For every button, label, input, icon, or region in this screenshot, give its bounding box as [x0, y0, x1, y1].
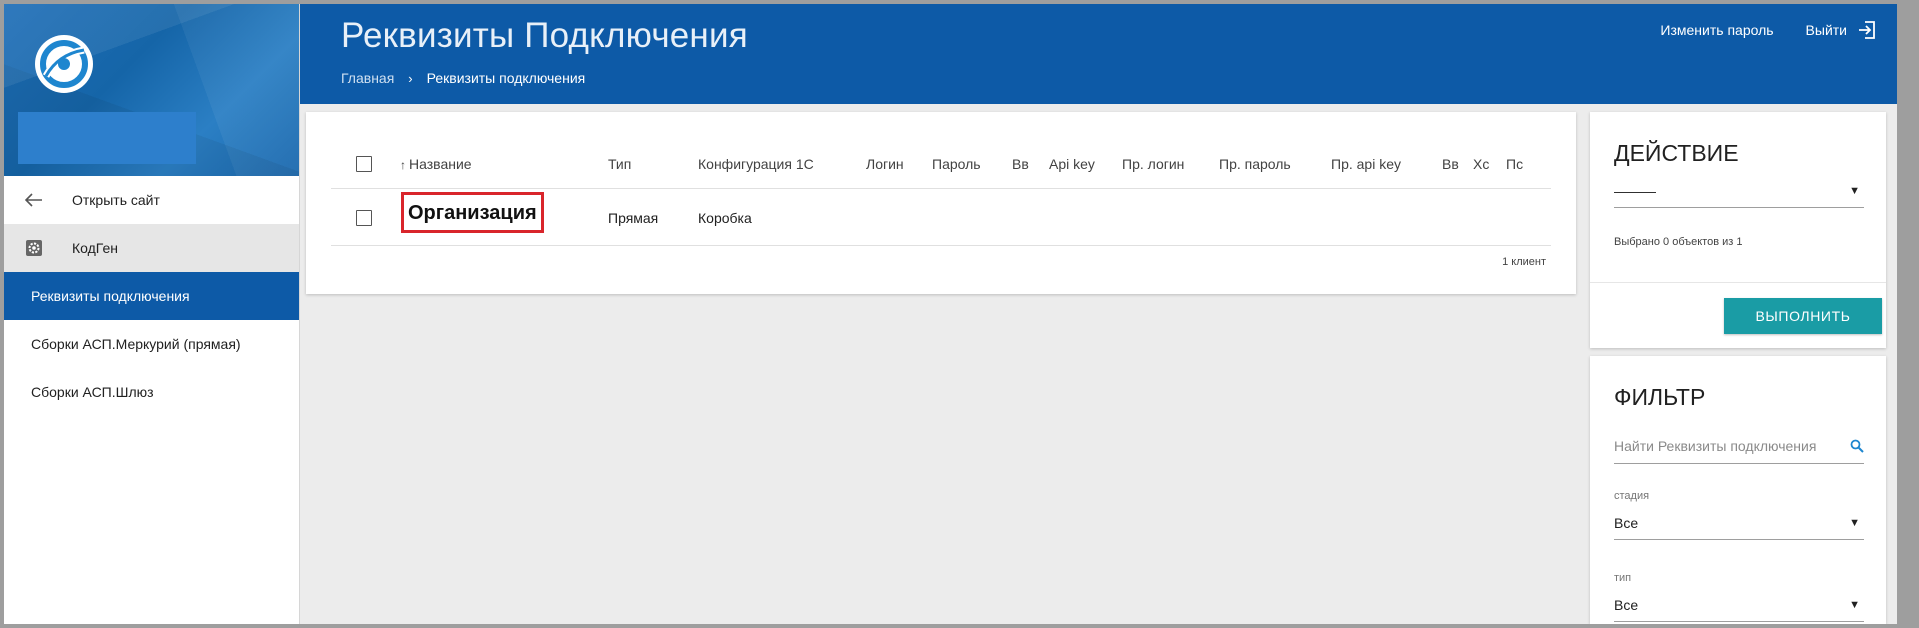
divider [1590, 282, 1886, 283]
column-header-vv-2[interactable]: Вв [1442, 156, 1459, 172]
window-right-edge [1897, 0, 1919, 628]
logout-link[interactable]: Выйти [1806, 20, 1877, 40]
dropdown-caret-icon: ▼ [1849, 516, 1860, 529]
action-panel: ДЕЙСТВИЕ ——— ▼ Выбрано 0 объектов из 1 В… [1590, 112, 1886, 348]
row-config: Коробка [698, 209, 752, 226]
filter-search-input[interactable] [1614, 437, 1834, 454]
sidebar-item-connection-details[interactable]: Реквизиты подключения [4, 272, 299, 320]
select-all-checkbox[interactable] [356, 155, 372, 172]
stage-filter-value: Все [1614, 514, 1639, 531]
sidebar-item-open-site[interactable]: Открыть сайт [4, 176, 299, 224]
row-checkbox[interactable] [356, 209, 372, 226]
results-table-card: ↑ Название Тип Конфигурация 1С Логин Паро… [306, 112, 1576, 294]
arrow-left-icon [18, 193, 50, 207]
type-filter-label: тип [1614, 572, 1632, 584]
top-bar: Реквизиты Подключения Главная › Реквизит… [300, 4, 1897, 104]
sidebar-item-label: Сборки АСП.Шлюз [31, 384, 154, 400]
column-header-pr-password[interactable]: Пр. пароль [1219, 156, 1291, 172]
dropdown-caret-icon: ▼ [1849, 184, 1860, 197]
main-content: ↑ Название Тип Конфигурация 1С Логин Паро… [300, 104, 1897, 624]
column-header-xs[interactable]: Хс [1473, 156, 1489, 172]
top-actions: Изменить пароль Выйти [1660, 20, 1877, 40]
sidebar-item-label: Реквизиты подключения [31, 288, 190, 304]
table-header-row: ↑ Название Тип Конфигурация 1С Логин Паро… [331, 139, 1551, 189]
sidebar: Открыть сайт КодГен Реквизиты подключени… [4, 4, 300, 624]
column-header-type[interactable]: Тип [608, 156, 631, 172]
breadcrumb-current: Реквизиты подключения [426, 70, 586, 86]
action-select[interactable]: ——— ▼ [1614, 174, 1864, 208]
column-header-pr-login[interactable]: Пр. логин [1122, 156, 1184, 172]
action-panel-title: ДЕЙСТВИЕ [1614, 140, 1739, 166]
column-header-api-key[interactable]: Api key [1049, 156, 1095, 172]
sidebar-item-label: Сборки АСП.Меркурий (прямая) [31, 336, 241, 352]
sidebar-item-mercury-builds[interactable]: Сборки АСП.Меркурий (прямая) [4, 320, 299, 368]
column-header-pr-api-key[interactable]: Пр. api key [1331, 156, 1401, 172]
dropdown-caret-icon: ▼ [1849, 598, 1860, 611]
table-row: Организация Прямая Коробка [331, 190, 1551, 246]
run-action-button[interactable]: ВЫПОЛНИТЬ [1724, 298, 1882, 334]
column-header-ps[interactable]: Пс [1506, 156, 1523, 172]
logout-label: Выйти [1805, 22, 1847, 38]
column-header-password[interactable]: Пароль [932, 156, 981, 172]
user-info-box [18, 112, 196, 164]
sidebar-group-codegen[interactable]: КодГен [4, 224, 299, 272]
app-logo-icon[interactable] [32, 32, 96, 96]
sidebar-item-gateway-builds[interactable]: Сборки АСП.Шлюз [4, 368, 299, 416]
column-header-login[interactable]: Логин [866, 156, 904, 172]
gear-icon [18, 239, 50, 257]
type-filter-select[interactable]: Все ▼ [1614, 588, 1864, 622]
page-title: Реквизиты Подключения [341, 16, 748, 55]
type-filter-value: Все [1614, 596, 1639, 613]
filter-panel: ФИЛЬТР стадия Все ▼ тип Все ▼ [1590, 356, 1886, 624]
sidebar-nav: Открыть сайт КодГен Реквизиты подключени… [4, 176, 299, 416]
row-name-link[interactable]: Организация [401, 192, 544, 233]
row-type: Прямая [608, 209, 659, 226]
change-password-link[interactable]: Изменить пароль [1660, 22, 1773, 38]
breadcrumb-home-link[interactable]: Главная [341, 70, 394, 86]
filter-search-field [1614, 428, 1864, 464]
column-header-config[interactable]: Конфигурация 1С [698, 156, 814, 172]
column-header-vv[interactable]: Вв [1012, 156, 1029, 172]
column-header-name[interactable]: ↑ Название [400, 156, 472, 172]
sidebar-item-label: Открыть сайт [72, 192, 160, 208]
stage-filter-label: стадия [1614, 490, 1650, 502]
action-select-value: ——— [1614, 182, 1656, 199]
sidebar-item-label: КодГен [72, 240, 118, 256]
stage-filter-select[interactable]: Все ▼ [1614, 506, 1864, 540]
sidebar-header [4, 4, 299, 176]
breadcrumb: Главная › Реквизиты подключения [341, 70, 585, 86]
selection-info: Выбрано 0 объектов из 1 [1614, 236, 1743, 248]
chevron-right-icon: › [408, 70, 413, 86]
search-icon[interactable] [1850, 439, 1864, 453]
filter-panel-title: ФИЛЬТР [1614, 384, 1706, 410]
result-count: 1 клиент [1502, 256, 1546, 268]
logout-icon [1859, 21, 1875, 39]
arrow-up-icon: ↑ [400, 157, 406, 172]
